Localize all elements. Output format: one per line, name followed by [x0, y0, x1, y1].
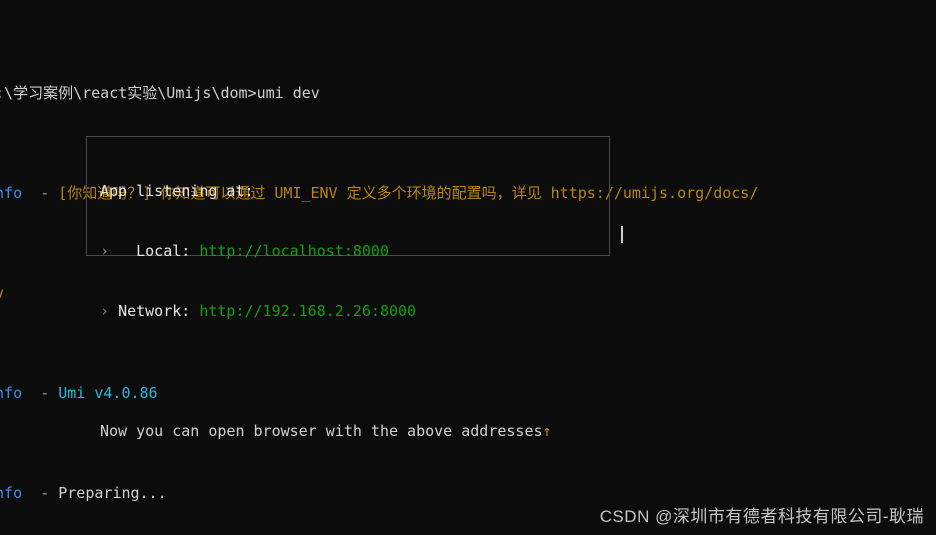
prompt-text: D:\学习案例\react实验\Umijs\dom>umi dev	[0, 84, 320, 102]
log-label-info: info	[0, 384, 23, 402]
server-box-local-label: Local:	[136, 242, 191, 260]
chevron-right-icon: ›	[100, 242, 110, 260]
server-box-footer-text: Now you can open browser with the above …	[100, 422, 543, 440]
terminal-window[interactable]: D:\学习案例\react实验\Umijs\dom>umi dev info -…	[0, 0, 936, 535]
chevron-right-icon: ›	[100, 302, 110, 320]
server-box-footer: Now you can open browser with the above …	[100, 421, 640, 441]
up-arrow-icon: ↑	[542, 422, 552, 440]
server-box-network-row: › Network: http://192.168.2.26:8000	[100, 301, 640, 321]
log-text-wrapped: nv	[0, 284, 4, 302]
log-dash: -	[40, 184, 50, 202]
prompt-line: D:\学习案例\react实验\Umijs\dom>umi dev	[0, 83, 936, 103]
log-label-info: info	[0, 484, 23, 502]
text-cursor	[621, 226, 623, 243]
log-label-info: info	[0, 184, 23, 202]
server-box-blank	[100, 361, 640, 381]
server-box-network-label: Network:	[118, 302, 191, 320]
server-box-heading: App listening at:	[100, 182, 254, 200]
server-box-network-url[interactable]: http://192.168.2.26:8000	[199, 302, 416, 320]
log-dash: -	[40, 484, 50, 502]
server-box-local-url[interactable]: http://localhost:8000	[199, 242, 389, 260]
csdn-watermark: CSDN @深圳市有德者科技有限公司-耿瑞	[599, 507, 924, 526]
log-line: info - Preparing...	[0, 483, 936, 503]
log-text: Preparing...	[58, 484, 167, 502]
server-info-content: App listening at: › Local: http://localh…	[100, 141, 640, 481]
server-box-local-row: › Local: http://localhost:8000	[100, 241, 640, 261]
log-dash: -	[40, 384, 50, 402]
